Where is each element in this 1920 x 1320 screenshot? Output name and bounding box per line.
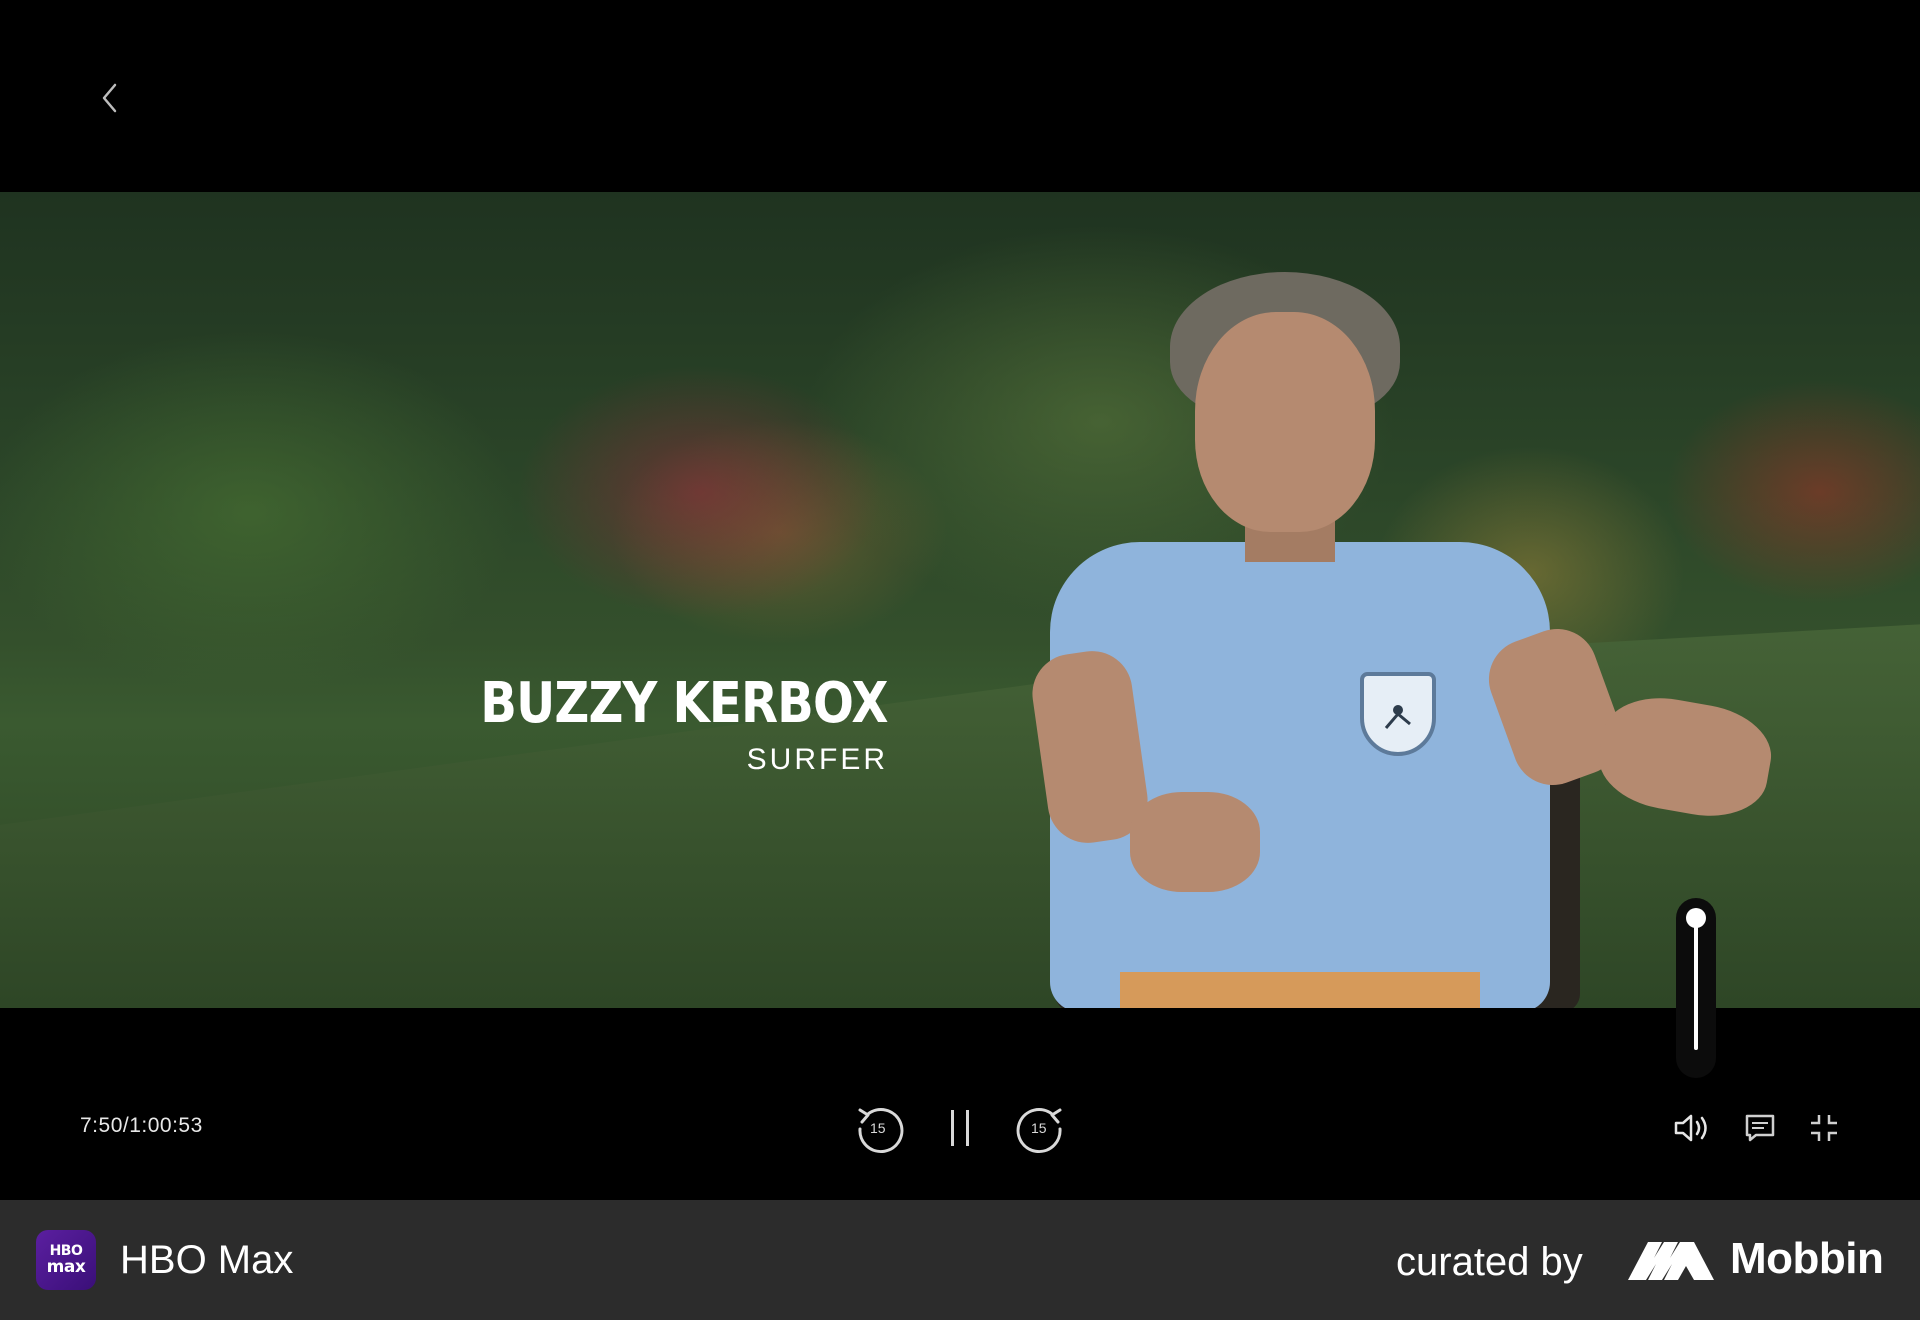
exit-fullscreen-icon (1811, 1115, 1837, 1141)
volume-knob[interactable] (1686, 908, 1706, 928)
app-root: BUZZY KERBOX SURFER 7:50/1:00:53 15 15 H… (0, 0, 1920, 1320)
rewind-15-button[interactable]: 15 (852, 1100, 908, 1156)
video-subject (1027, 272, 1790, 1008)
volume-button[interactable] (1670, 1106, 1716, 1150)
subtitles-icon (1745, 1114, 1775, 1142)
app-name: HBO Max (120, 1238, 294, 1282)
subtitles-button[interactable] (1740, 1108, 1780, 1148)
volume-slider[interactable] (1676, 898, 1716, 1078)
video-frame[interactable]: BUZZY KERBOX SURFER (0, 192, 1920, 1008)
pause-icon (951, 1110, 969, 1146)
volume-icon (1674, 1114, 1707, 1142)
shirt-logo-patch (1360, 672, 1436, 756)
lower-third-role: SURFER (746, 743, 888, 776)
hbo-max-app-icon: HBO max (36, 1230, 96, 1290)
volume-track[interactable] (1694, 916, 1698, 1050)
rewind-seconds-label: 15 (870, 1120, 886, 1136)
pause-button[interactable] (940, 1104, 980, 1152)
playback-time: 7:50/1:00:53 (80, 1114, 203, 1137)
footer-bar: HBO max HBO Max curated by Mobbin (0, 1200, 1920, 1320)
forward-seconds-label: 15 (1031, 1120, 1047, 1136)
lower-third-caption: BUZZY KERBOX SURFER (440, 672, 910, 782)
exit-fullscreen-button[interactable] (1804, 1108, 1844, 1148)
mobbin-logo-icon (1628, 1242, 1714, 1280)
back-button[interactable] (92, 76, 128, 120)
forward-15-button[interactable]: 15 (1012, 1100, 1068, 1156)
volume-fill (1694, 916, 1698, 1050)
lower-third-name: BUZZY KERBOX (480, 671, 889, 736)
chevron-left-icon (102, 83, 117, 113)
mobbin-brand-name: Mobbin (1730, 1234, 1884, 1283)
curated-by-label: curated by (1396, 1240, 1583, 1284)
video-player[interactable]: BUZZY KERBOX SURFER 7:50/1:00:53 15 15 (0, 0, 1920, 1200)
